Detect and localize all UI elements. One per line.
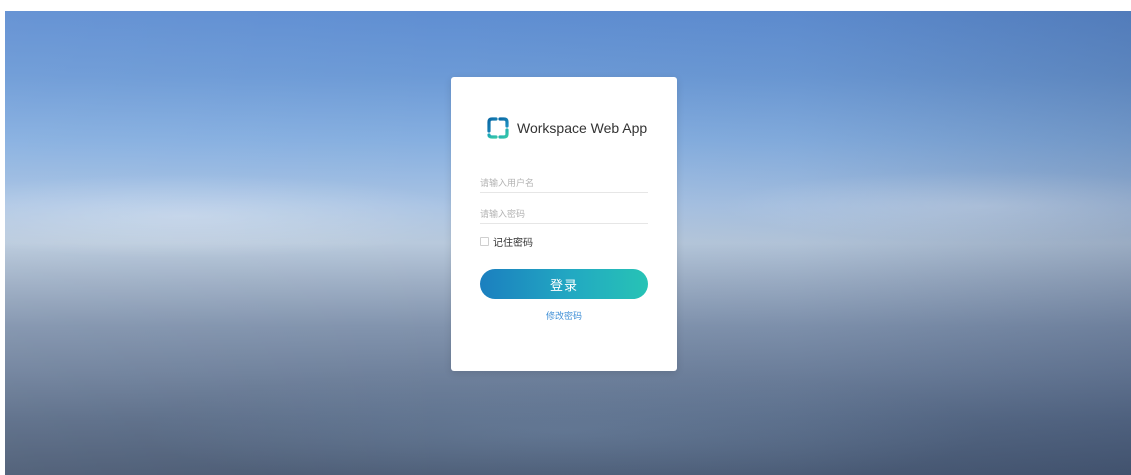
- login-card: Workspace Web App 记住密码 登录 修改密码: [451, 77, 677, 371]
- brand-header: Workspace Web App: [487, 117, 647, 139]
- remember-checkbox[interactable]: [480, 237, 489, 246]
- password-field: [480, 204, 648, 224]
- password-input[interactable]: [480, 205, 648, 223]
- login-button[interactable]: 登录: [480, 269, 648, 299]
- change-password-link[interactable]: 修改密码: [451, 309, 677, 322]
- workspace-bracket-logo-icon: [487, 117, 509, 139]
- username-field: [480, 173, 648, 193]
- username-input[interactable]: [480, 174, 648, 192]
- remember-password[interactable]: 记住密码: [480, 234, 533, 249]
- remember-label: 记住密码: [493, 238, 533, 249]
- app-title: Workspace Web App: [517, 120, 648, 136]
